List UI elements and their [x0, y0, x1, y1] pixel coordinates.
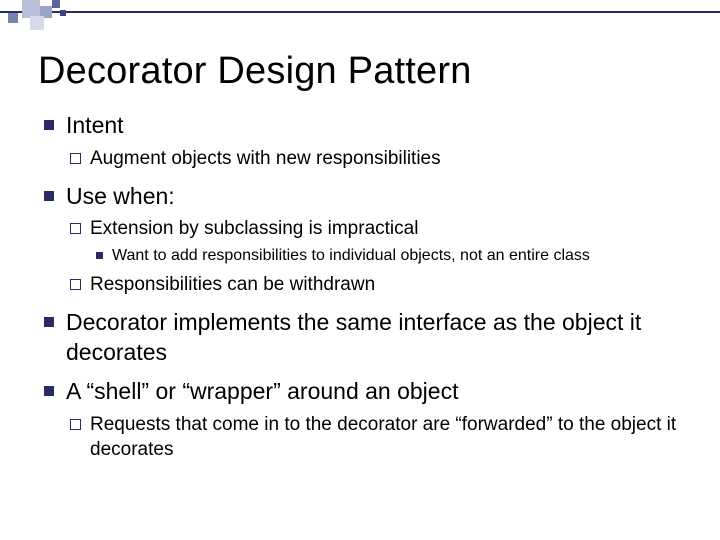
list-item: Requests that come in to the decorator a… [66, 413, 682, 462]
deco-square [8, 13, 18, 23]
list-item: Extension by subclassing is impractical … [66, 217, 682, 266]
bullet-text: Requests that come in to the decorator a… [90, 414, 676, 460]
list-item: Want to add responsibilities to individu… [90, 246, 682, 267]
bullet-text: Responsibilities can be withdrawn [90, 274, 375, 295]
bullet-text: Augment objects with new responsibilitie… [90, 148, 441, 169]
bullet-list: Intent Augment objects with new responsi… [38, 111, 682, 463]
header-decoration [0, 0, 720, 36]
list-item: Responsibilities can be withdrawn [66, 273, 682, 298]
slide-body: Decorator Design Pattern Intent Augment … [0, 0, 720, 493]
bullet-text: A “shell” or “wrapper” around an object [66, 378, 458, 404]
deco-square [60, 10, 66, 16]
list-item: A “shell” or “wrapper” around an object … [38, 377, 682, 462]
bullet-text: Extension by subclassing is impractical [90, 218, 418, 239]
list-item: Use when: Extension by subclassing is im… [38, 182, 682, 298]
bullet-text: Decorator implements the same interface … [66, 309, 641, 365]
header-rule [0, 11, 720, 13]
deco-square [30, 16, 44, 30]
bullet-text: Use when: [66, 183, 175, 209]
deco-square [52, 0, 60, 8]
bullet-text: Intent [66, 112, 124, 138]
bullet-text: Want to add responsibilities to individu… [112, 247, 590, 264]
slide-title: Decorator Design Pattern [38, 50, 682, 93]
list-item: Decorator implements the same interface … [38, 308, 682, 368]
list-item: Intent Augment objects with new responsi… [38, 111, 682, 172]
list-item: Augment objects with new responsibilitie… [66, 147, 682, 172]
